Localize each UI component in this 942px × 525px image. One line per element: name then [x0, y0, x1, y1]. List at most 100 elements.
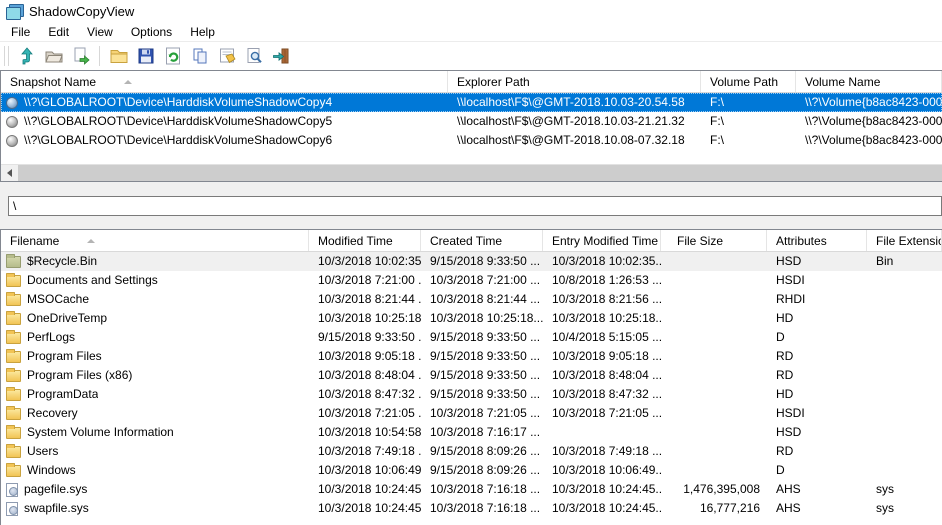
cell-entry-modified-time: 10/3/2018 10:24:45...: [543, 480, 661, 499]
explore-folder-button[interactable]: [40, 44, 67, 69]
cell-file-size: [661, 442, 767, 461]
find-button[interactable]: [240, 44, 267, 69]
file-row[interactable]: $Recycle.Bin 10/3/2018 10:02:35... 9/15/…: [1, 252, 942, 271]
file-row[interactable]: Program Files 10/3/2018 9:05:18 ... 9/15…: [1, 347, 942, 366]
cell-file-size: [661, 271, 767, 290]
go-up-button[interactable]: [13, 44, 40, 69]
sort-ascending-icon: [87, 239, 95, 243]
cell-attributes: RHDI: [767, 290, 867, 309]
find-icon: [244, 46, 264, 66]
properties-button[interactable]: [213, 44, 240, 69]
copy-button[interactable]: [186, 44, 213, 69]
cell-file-extension: [867, 271, 942, 290]
column-header[interactable]: File Extension: [867, 230, 942, 251]
menu-item[interactable]: File: [2, 24, 39, 40]
file-type-icon: [6, 275, 21, 287]
cell-created-time: 10/3/2018 7:16:17 ...: [421, 423, 543, 442]
cell-file-extension: [867, 404, 942, 423]
file-type-icon: [6, 256, 21, 268]
snapshot-row[interactable]: \\?\GLOBALROOT\Device\HarddiskVolumeShad…: [1, 93, 942, 112]
column-header[interactable]: Snapshot Name: [1, 71, 448, 92]
cell-modified-time: 9/15/2018 9:33:50 ...: [309, 328, 421, 347]
cell-modified-time: 10/3/2018 10:24:45...: [309, 499, 421, 518]
file-type-icon: [6, 483, 18, 497]
cell-entry-modified-time: 10/3/2018 7:21:05 ...: [543, 404, 661, 423]
file-row[interactable]: Recovery 10/3/2018 7:21:05 ... 10/3/2018…: [1, 404, 942, 423]
horizontal-scrollbar[interactable]: [1, 164, 942, 181]
file-type-icon: [6, 313, 21, 325]
file-row[interactable]: System Volume Information 10/3/2018 10:5…: [1, 423, 942, 442]
file-row[interactable]: Users 10/3/2018 7:49:18 ... 9/15/2018 8:…: [1, 442, 942, 461]
scrollbar-thumb[interactable]: [18, 165, 942, 181]
column-header[interactable]: Volume Name: [796, 71, 942, 92]
cell-created-time: 10/3/2018 8:21:44 ...: [421, 290, 543, 309]
cell-file-extension: Bin: [867, 252, 942, 271]
file-row[interactable]: OneDriveTemp 10/3/2018 10:25:18... 10/3/…: [1, 309, 942, 328]
cell-created-time: 9/15/2018 9:33:50 ...: [421, 366, 543, 385]
file-row[interactable]: MSOCache 10/3/2018 8:21:44 ... 10/3/2018…: [1, 290, 942, 309]
cell-entry-modified-time: 10/3/2018 8:21:56 ...: [543, 290, 661, 309]
exit-button[interactable]: [267, 44, 294, 69]
cell-file-size: [661, 309, 767, 328]
menu-item[interactable]: Options: [122, 24, 181, 40]
cell-filename: Program Files (x86): [1, 366, 309, 385]
cell-snapshot-name: \\?\GLOBALROOT\Device\HarddiskVolumeShad…: [1, 131, 448, 150]
column-header[interactable]: Entry Modified Time: [543, 230, 661, 251]
cell-modified-time: 10/3/2018 10:54:58...: [309, 423, 421, 442]
cell-created-time: 9/15/2018 8:09:26 ...: [421, 442, 543, 461]
file-type-icon: [6, 408, 21, 420]
cell-attributes: AHS: [767, 499, 867, 518]
cell-entry-modified-time: 10/4/2018 5:15:05 ...: [543, 328, 661, 347]
column-header[interactable]: Modified Time: [309, 230, 421, 251]
cell-modified-time: 10/3/2018 10:02:35...: [309, 252, 421, 271]
file-row[interactable]: ProgramData 10/3/2018 8:47:32 ... 9/15/2…: [1, 385, 942, 404]
scroll-left-icon: [7, 169, 12, 177]
cell-filename: PerfLogs: [1, 328, 309, 347]
file-row[interactable]: PerfLogs 9/15/2018 9:33:50 ... 9/15/2018…: [1, 328, 942, 347]
file-row[interactable]: pagefile.sys 10/3/2018 10:24:45... 10/3/…: [1, 480, 942, 499]
column-header[interactable]: Volume Path: [701, 71, 796, 92]
cell-entry-modified-time: 10/8/2018 1:26:53 ...: [543, 271, 661, 290]
cell-attributes: D: [767, 461, 867, 480]
column-header[interactable]: Filename: [1, 230, 309, 251]
cell-attributes: RD: [767, 442, 867, 461]
refresh-button[interactable]: [159, 44, 186, 69]
cell-volume-name: \\?\Volume{b8ac8423-0000: [796, 112, 942, 131]
column-header[interactable]: Created Time: [421, 230, 543, 251]
go-up-icon: [17, 46, 37, 66]
cell-created-time: 9/15/2018 9:33:50 ...: [421, 252, 543, 271]
browse-folder-button[interactable]: [105, 44, 132, 69]
snapshot-row[interactable]: \\?\GLOBALROOT\Device\HarddiskVolumeShad…: [1, 112, 942, 131]
menu-item[interactable]: Edit: [39, 24, 78, 40]
cell-created-time: 9/15/2018 9:33:50 ...: [421, 347, 543, 366]
cell-modified-time: 10/3/2018 10:25:18...: [309, 309, 421, 328]
file-row[interactable]: Program Files (x86) 10/3/2018 8:48:04 ..…: [1, 366, 942, 385]
cell-file-extension: [867, 461, 942, 480]
cell-modified-time: 10/3/2018 10:24:45...: [309, 480, 421, 499]
menubar: File Edit View Options Help: [0, 23, 942, 41]
snapshots-rows: \\?\GLOBALROOT\Device\HarddiskVolumeShad…: [1, 93, 942, 150]
scroll-left-button[interactable]: [1, 165, 18, 181]
file-row[interactable]: Documents and Settings 10/3/2018 7:21:00…: [1, 271, 942, 290]
current-path-input[interactable]: [8, 196, 942, 216]
column-header[interactable]: File Size: [661, 230, 767, 251]
save-button[interactable]: [132, 44, 159, 69]
browse-folder-icon: [109, 46, 129, 66]
file-row[interactable]: swapfile.sys 10/3/2018 10:24:45... 10/3/…: [1, 499, 942, 518]
cell-modified-time: 10/3/2018 8:21:44 ...: [309, 290, 421, 309]
menu-item[interactable]: Help: [181, 24, 224, 40]
cell-modified-time: 10/3/2018 7:21:00 ...: [309, 271, 421, 290]
cell-modified-time: 10/3/2018 7:49:18 ...: [309, 442, 421, 461]
files-header: Filename Modified Time Created Time Entr…: [1, 230, 942, 252]
copy-selected-files-button[interactable]: [67, 44, 94, 69]
file-row[interactable]: Windows 10/3/2018 10:06:49... 9/15/2018 …: [1, 461, 942, 480]
cell-attributes: RD: [767, 347, 867, 366]
column-header[interactable]: Explorer Path: [448, 71, 701, 92]
cell-explorer-path: \\localhost\F$\@GMT-2018.10.03-20.54.58: [448, 93, 701, 112]
menu-item[interactable]: View: [78, 24, 122, 40]
cell-attributes: HSDI: [767, 271, 867, 290]
cell-filename: Program Files: [1, 347, 309, 366]
column-header[interactable]: Attributes: [767, 230, 867, 251]
snapshot-row[interactable]: \\?\GLOBALROOT\Device\HarddiskVolumeShad…: [1, 131, 942, 150]
cell-file-size: [661, 290, 767, 309]
